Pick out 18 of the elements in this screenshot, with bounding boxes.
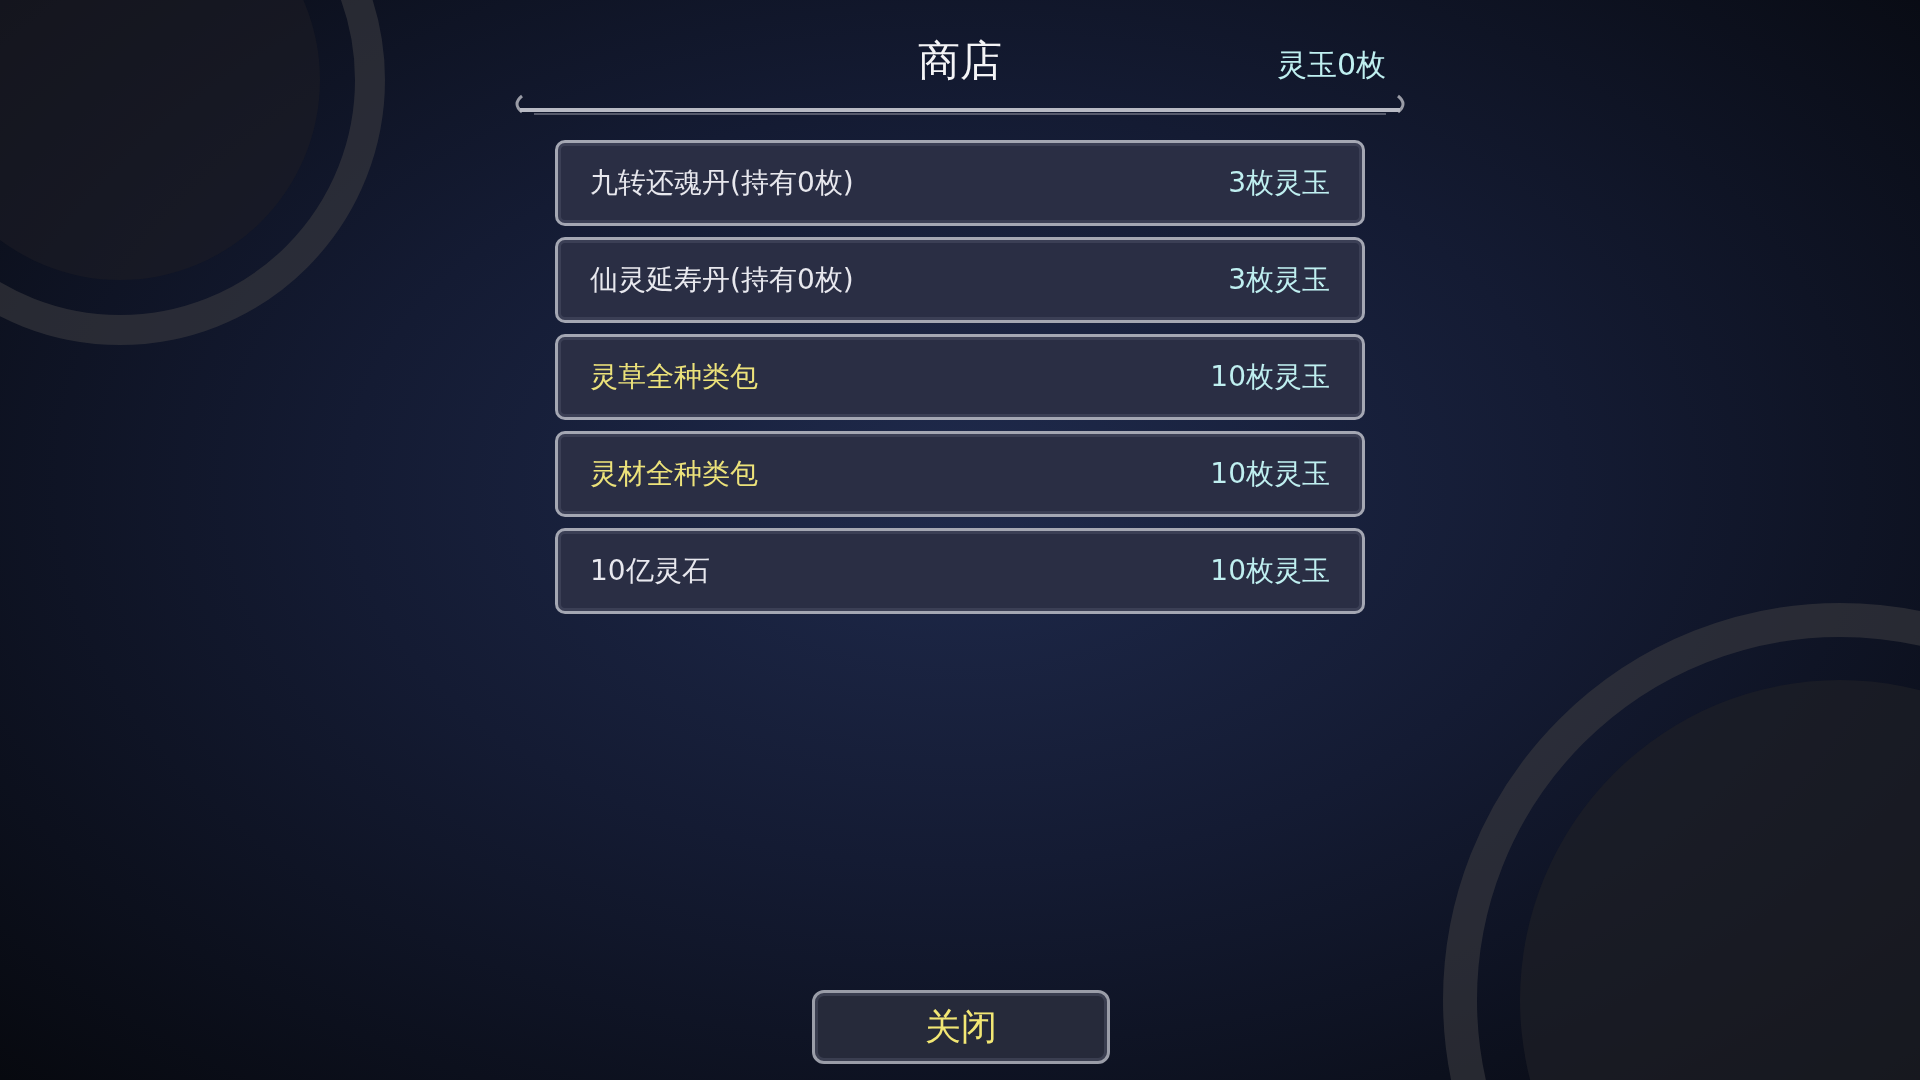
shop-item[interactable]: 灵草全种类包 10枚灵玉: [555, 334, 1365, 420]
shop-item[interactable]: 仙灵延寿丹(持有0枚) 3枚灵玉: [555, 237, 1365, 323]
item-price: 10枚灵玉: [1210, 553, 1330, 589]
shop-item[interactable]: 10亿灵石 10枚灵玉: [555, 528, 1365, 614]
shop-item[interactable]: 灵材全种类包 10枚灵玉: [555, 431, 1365, 517]
item-name: 九转还魂丹(持有0枚): [590, 165, 854, 201]
item-price: 10枚灵玉: [1210, 456, 1330, 492]
item-price: 3枚灵玉: [1228, 165, 1330, 201]
shop-title: 商店: [918, 35, 1002, 87]
item-name: 灵草全种类包: [590, 359, 758, 395]
shop-item[interactable]: 九转还魂丹(持有0枚) 3枚灵玉: [555, 140, 1365, 226]
jade-balance: 灵玉0枚: [1276, 46, 1386, 84]
item-name: 仙灵延寿丹(持有0枚): [590, 262, 854, 298]
item-price: 3枚灵玉: [1228, 262, 1330, 298]
close-button[interactable]: 关闭: [812, 990, 1110, 1064]
item-name: 10亿灵石: [590, 553, 710, 589]
item-price: 10枚灵玉: [1210, 359, 1330, 395]
item-name: 灵材全种类包: [590, 456, 758, 492]
